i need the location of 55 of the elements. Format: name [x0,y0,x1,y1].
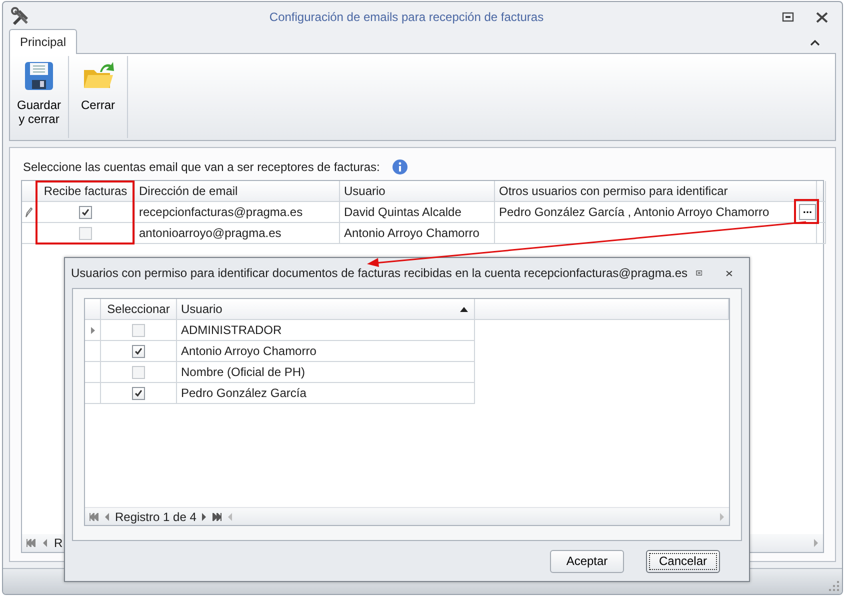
checkbox[interactable] [132,386,145,400]
window-title: Configuración de emails para recepción de facturas [268,9,545,26]
column-header[interactable]: Recibe facturas [37,181,135,202]
row-indicator-icon [90,326,94,334]
record-counter: Registro 1 de 4 [115,508,196,526]
record-counter: R [54,535,63,552]
table-cell: recepcionfacturas@pragma.es [135,202,340,223]
dialog-title: Usuarios con permiso para identificar documentos de facturas recibidas en la cuenta recepcionfacturas@pragma.es [71,265,688,282]
sort-ascending-icon [460,306,468,312]
dialog-button[interactable]: Cancelar [646,550,720,572]
checkbox[interactable] [79,226,92,240]
ellipsis-button[interactable]: ... [799,204,816,220]
column-header[interactable]: Usuario [181,300,222,318]
table-cell: antonioarroyo@pragma.es [135,223,340,244]
previous-icon[interactable] [104,512,110,520]
column-header[interactable]: Otros usuarios con permiso para identificar [495,181,817,202]
tools-icon [11,7,31,27]
close-icon[interactable] [816,12,828,22]
first-page-icon[interactable] [26,539,36,547]
dialog-button[interactable]: Aceptar [550,550,624,572]
scroll-right-icon[interactable] [813,539,819,547]
check-icon [133,387,144,399]
next-icon[interactable] [201,512,208,520]
table-cell: Antonio Arroyo Chamorro [177,341,475,362]
table-cell: David Quintas Alcalde [340,202,495,223]
tab[interactable]: Principal [9,29,78,54]
checkbox[interactable] [132,344,145,358]
table-cell: Antonio Arroyo Chamorro [340,223,495,244]
restore-icon[interactable] [782,12,794,22]
table-cell: ADMINISTRADOR [177,320,475,341]
info-icon [392,159,408,175]
checkbox[interactable] [132,324,145,336]
last-page-icon[interactable] [212,512,222,520]
row-header[interactable] [85,320,101,341]
pencil-icon [24,206,33,218]
checkbox[interactable] [79,206,92,218]
resize-grip-icon [829,581,839,591]
first-page-icon[interactable] [89,512,99,520]
checkbox[interactable] [132,366,145,378]
header-corner [85,299,101,320]
highlight-frame [794,199,819,224]
table-cell-text: Pedro González García , Antonio Arroyo Chamorro [499,204,770,221]
instruction-text: Seleccione las cuentas email que van a ser receptores de facturas: [23,159,380,176]
column-header[interactable]: Seleccionar [101,299,177,320]
previous-icon[interactable] [42,539,48,547]
table-cell: Pedro González García [177,383,475,404]
column-header[interactable]: Dirección de email [135,181,340,202]
restore-icon[interactable] [696,268,702,278]
column-header[interactable]: Usuario [340,181,495,202]
table-cell: Nombre (Oficial de PH) [177,362,475,383]
ribbon-button[interactable]: Guardar y cerrar [10,54,68,140]
check-icon [133,345,144,357]
check-icon [80,206,91,218]
ribbon-button[interactable]: Cerrar [69,54,127,140]
collapse-icon[interactable] [810,39,820,47]
